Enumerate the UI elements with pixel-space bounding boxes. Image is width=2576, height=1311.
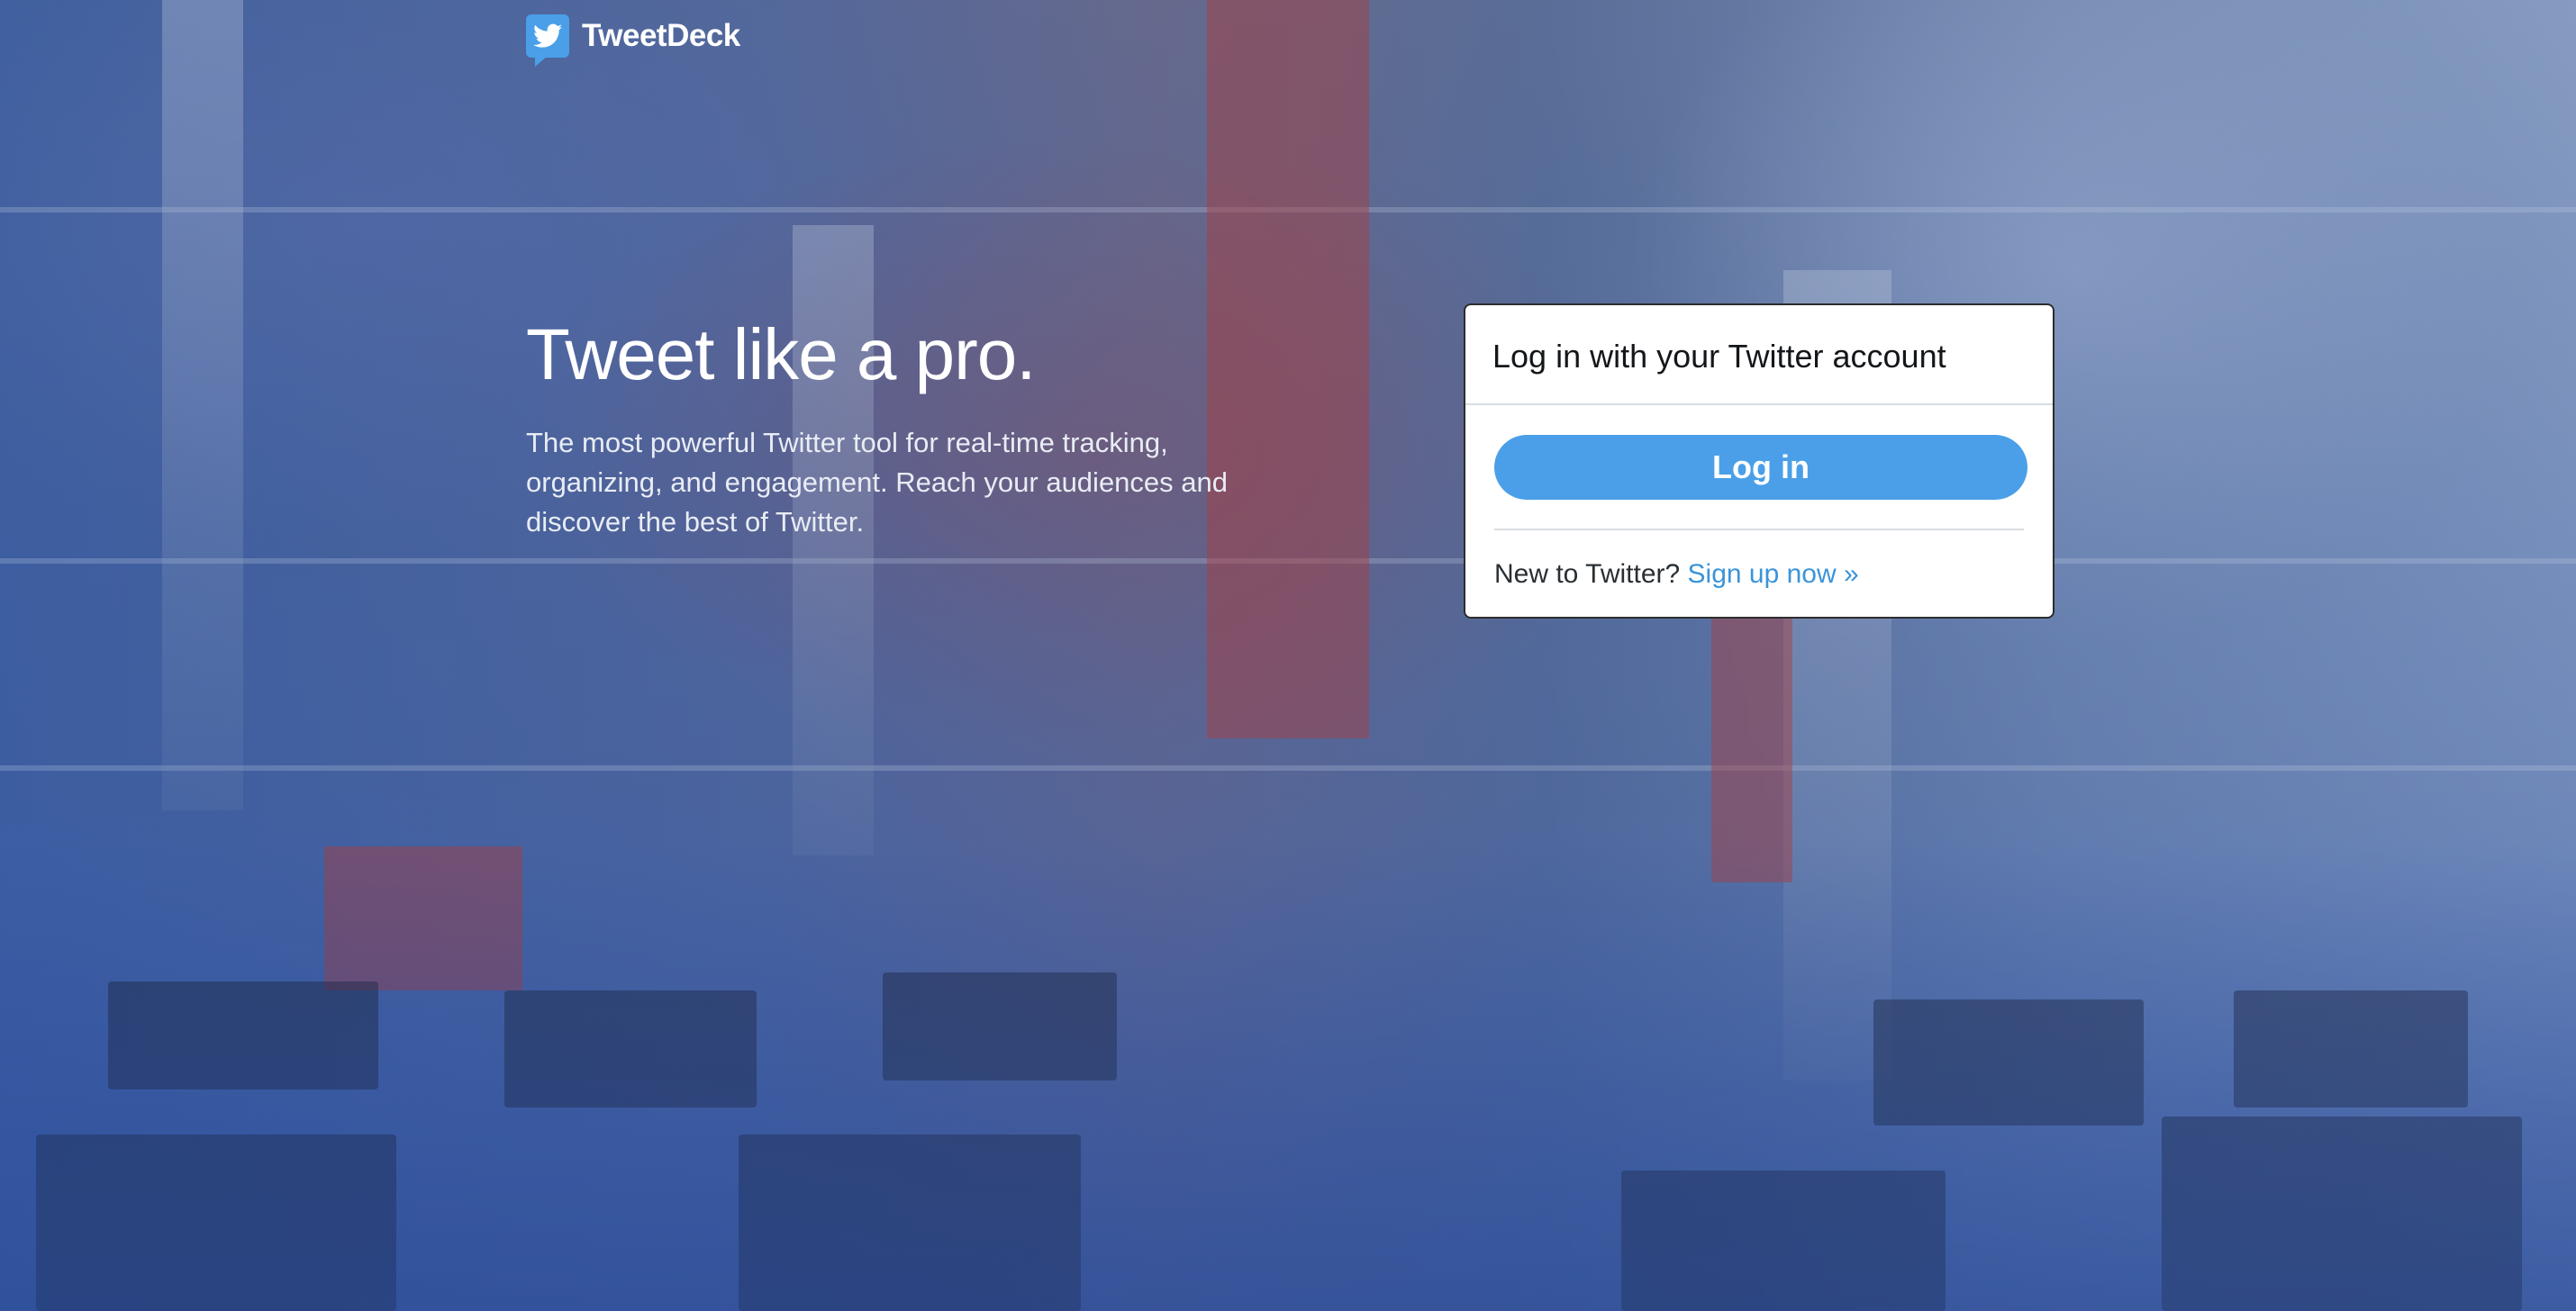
hero-description: The most powerful Twitter tool for real-… [526, 427, 1228, 538]
login-button[interactable]: Log in [1494, 435, 2027, 500]
login-page: TweetDeck Tweet like a pro. The most pow… [0, 0, 2576, 1311]
newsroom-background-image [0, 0, 2576, 1311]
tweetdeck-logo[interactable]: TweetDeck [526, 14, 740, 67]
card-divider [1465, 403, 2053, 405]
login-card: Log in with your Twitter account Log in … [1464, 303, 2054, 619]
twitter-bird-icon [526, 14, 569, 67]
signup-prompt: New to Twitter? [1494, 559, 1688, 589]
hero-title: Tweet like a pro. [526, 314, 1036, 394]
signup-divider [1494, 529, 2024, 530]
logo-text: TweetDeck [582, 18, 740, 53]
signup-link[interactable]: Sign up now » [1688, 559, 1859, 589]
signup-row: New to Twitter? Sign up now » [1494, 559, 1859, 590]
login-card-title: Log in with your Twitter account [1492, 338, 1946, 375]
